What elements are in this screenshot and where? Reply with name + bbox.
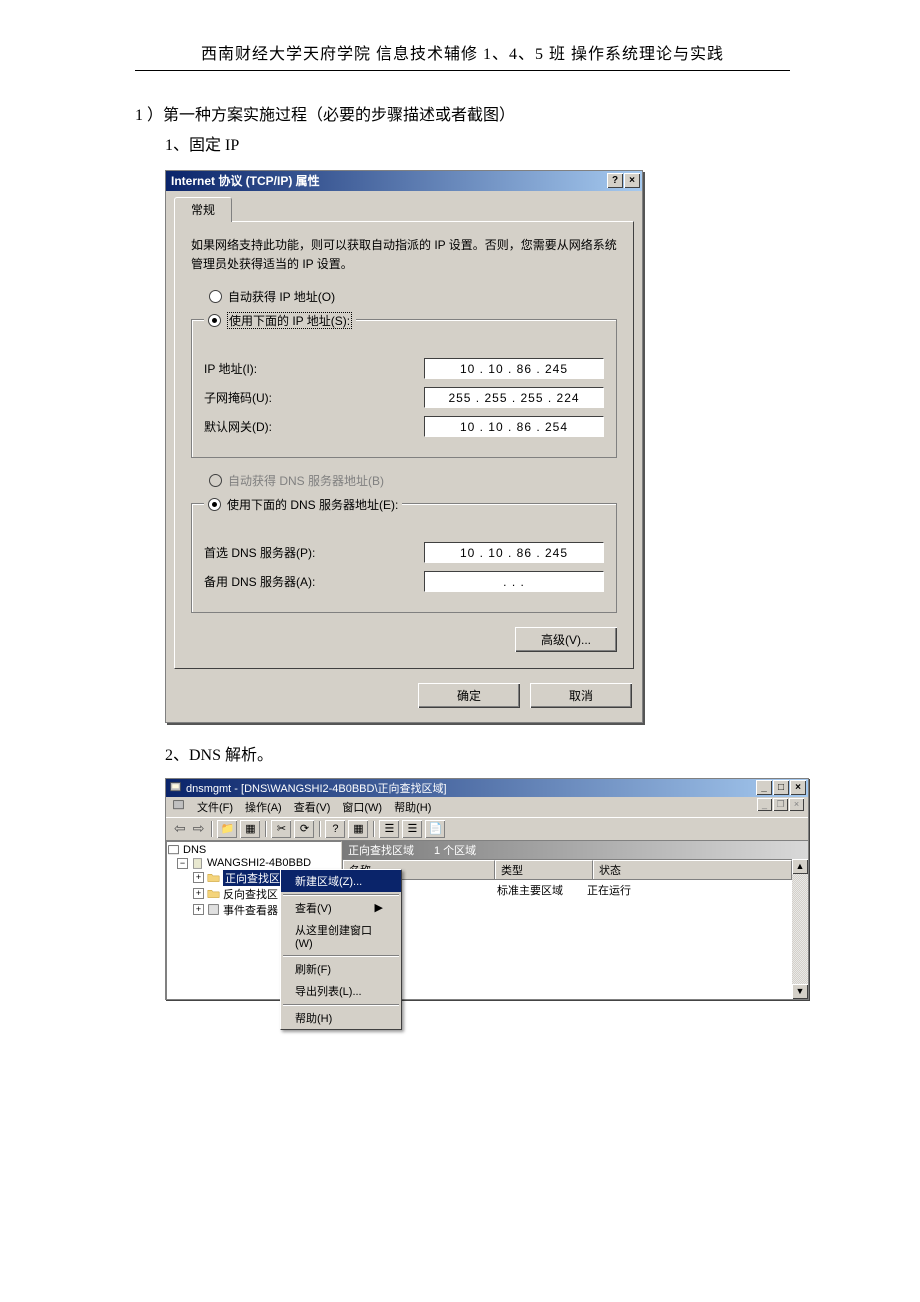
zone-row[interactable]: om 标准主要区域 正在运行 — [342, 882, 792, 898]
mask-label: 子网掩码(U): — [204, 389, 272, 406]
ip-label: IP 地址(I): — [204, 360, 257, 377]
auto-dns-radio: 自动获得 DNS 服务器地址(B) — [205, 472, 617, 489]
advanced-button[interactable]: 高级(V)... — [515, 627, 617, 652]
menu-help[interactable]: 帮助(H) — [394, 799, 431, 815]
step-2: 2、DNS 解析。 — [165, 741, 790, 771]
radio-on-icon — [208, 498, 221, 511]
auto-ip-label: 自动获得 IP 地址(O) — [228, 288, 335, 305]
minimize-button[interactable]: _ — [756, 780, 772, 795]
ip-address-input[interactable]: 10 . 10 . 86 . 245 — [424, 358, 604, 379]
collapse-icon[interactable]: − — [177, 858, 188, 869]
ctx-view[interactable]: 查看(V)▶ — [281, 897, 342, 919]
menu-file[interactable]: 文件(F) — [197, 799, 233, 815]
heading-1: 1 ）第一种方案实施过程（必要的步骤描述或者截图） — [135, 101, 790, 131]
manual-ip-label: 使用下面的 IP 地址(S): — [227, 312, 352, 329]
titlebar: dnsmgmt - [DNS\WANGSHI2-4B0BBD\正向查找区域] _… — [166, 779, 808, 797]
menu-window[interactable]: 窗口(W) — [342, 799, 382, 815]
note-icon[interactable]: 📄 — [425, 820, 445, 838]
radio-disabled-icon — [209, 474, 222, 487]
ctx-refresh[interactable]: 刷新(F) — [281, 958, 342, 980]
up-button[interactable]: 📁 — [217, 820, 237, 838]
mdi-minimize[interactable]: _ — [757, 798, 772, 811]
folder-open-icon — [207, 871, 220, 884]
column-headers[interactable]: 名称 类型 状态 — [342, 859, 792, 880]
app-icon — [169, 781, 182, 794]
content-header: 正向查找区域 1 个区域 — [342, 841, 808, 859]
folder-icon — [207, 887, 220, 900]
dnsmgmt-window: dnsmgmt - [DNS\WANGSHI2-4B0BBD\正向查找区域] _… — [165, 778, 809, 1000]
alternate-dns-input[interactable]: . . . — [424, 571, 604, 592]
settings-icon[interactable]: ▦ — [348, 820, 368, 838]
list-icon[interactable]: ☰ — [379, 820, 399, 838]
cancel-button[interactable]: 取消 — [530, 683, 632, 708]
expand-icon[interactable]: + — [193, 888, 204, 899]
close-button[interactable]: × — [790, 780, 806, 795]
description-text: 如果网络支持此功能，则可以获取自动指派的 IP 设置。否则，您需要从网络系统管理… — [191, 236, 617, 274]
radio-off-icon — [209, 290, 222, 303]
tree-dns-root[interactable]: DNS — [167, 844, 341, 857]
ctx-new-window[interactable]: 从这里创建窗口(W) — [281, 919, 342, 953]
manual-ip-group: 使用下面的 IP 地址(S): IP 地址(I): 10 . 10 . 86 .… — [191, 319, 617, 458]
col-status[interactable]: 状态 — [593, 860, 792, 879]
vertical-scrollbar[interactable]: ▲ ▼ — [792, 859, 808, 999]
mdi-close[interactable]: × — [789, 798, 804, 811]
grid-icon[interactable]: ▦ — [240, 820, 260, 838]
scroll-up-icon[interactable]: ▲ — [792, 859, 808, 874]
expand-icon[interactable]: + — [193, 872, 204, 883]
menu-action[interactable]: 操作(A) — [245, 799, 282, 815]
doc-header: 西南财经大学天府学院 信息技术辅修 1、4、5 班 操作系统理论与实践 — [135, 40, 790, 64]
help-button[interactable]: ? — [607, 173, 623, 188]
cut-icon[interactable]: ✂ — [271, 820, 291, 838]
refresh-icon[interactable]: ⟳ — [294, 820, 314, 838]
server-icon — [191, 857, 204, 870]
dialog-title: Internet 协议 (TCP/IP) 属性 — [171, 172, 320, 189]
dns2-label: 备用 DNS 服务器(A): — [204, 573, 315, 590]
auto-dns-label: 自动获得 DNS 服务器地址(B) — [228, 472, 384, 489]
maximize-button[interactable]: □ — [773, 780, 789, 795]
tcpip-properties-dialog: Internet 协议 (TCP/IP) 属性 ? × 常规 如果网络支持此功能… — [165, 170, 643, 723]
manual-dns-radio[interactable]: 使用下面的 DNS 服务器地址(E): — [204, 496, 402, 513]
app-icon — [172, 799, 185, 812]
ctx-export[interactable]: 导出列表(L)... — [281, 980, 342, 999]
preferred-dns-input[interactable]: 10 . 10 . 86 . 245 — [424, 542, 604, 563]
titlebar: Internet 协议 (TCP/IP) 属性 ? × — [166, 171, 642, 191]
menu-view[interactable]: 查看(V) — [294, 799, 331, 815]
radio-on-icon — [208, 314, 221, 327]
scroll-down-icon[interactable]: ▼ — [792, 984, 808, 999]
step-1: 1、固定 IP — [165, 131, 790, 161]
context-menu[interactable]: 新建区域(Z)... 查看(V)▶ 从这里创建窗口(W) 刷新(F) 导出列表(… — [280, 869, 342, 999]
expand-icon[interactable]: + — [193, 904, 204, 915]
close-button[interactable]: × — [624, 173, 640, 188]
manual-dns-group: 使用下面的 DNS 服务器地址(E): 首选 DNS 服务器(P): 10 . … — [191, 503, 617, 613]
mdi-restore[interactable]: ❐ — [773, 798, 788, 811]
book-icon — [207, 903, 220, 916]
dns1-label: 首选 DNS 服务器(P): — [204, 544, 315, 561]
manual-ip-radio[interactable]: 使用下面的 IP 地址(S): — [204, 312, 356, 329]
gateway-label: 默认网关(D): — [204, 418, 272, 435]
list2-icon[interactable]: ☰ — [402, 820, 422, 838]
grid-body[interactable]: om 标准主要区域 正在运行 — [342, 880, 792, 999]
header-rule — [135, 70, 790, 71]
auto-ip-radio[interactable]: 自动获得 IP 地址(O) — [205, 288, 617, 305]
col-type[interactable]: 类型 — [495, 860, 593, 879]
ctx-new-zone[interactable]: 新建区域(Z)... — [281, 870, 342, 892]
forward-button[interactable]: ⇨ — [191, 820, 207, 837]
menubar[interactable]: 文件(F) 操作(A) 查看(V) 窗口(W) 帮助(H) — [166, 797, 437, 817]
back-button[interactable]: ⇦ — [172, 820, 188, 837]
dns-icon — [167, 844, 180, 857]
subnet-mask-input[interactable]: 255 . 255 . 255 . 224 — [424, 387, 604, 408]
content-panel: 正向查找区域 1 个区域 名称 类型 状态 om 标准主要区域 — [342, 841, 808, 999]
tab-general[interactable]: 常规 — [174, 197, 232, 222]
manual-dns-label: 使用下面的 DNS 服务器地址(E): — [227, 496, 398, 513]
tree-panel[interactable]: DNS − WANGSHI2-4B0BBD + 正向查找区域 + 反向查找区 — [166, 841, 342, 999]
toolbar: ⇦ ⇨ 📁 ▦ ✂ ⟳ ? ▦ ☰ ☰ 📄 — [166, 817, 808, 841]
help-icon[interactable]: ? — [325, 820, 345, 838]
gateway-input[interactable]: 10 . 10 . 86 . 254 — [424, 416, 604, 437]
window-title: dnsmgmt - [DNS\WANGSHI2-4B0BBD\正向查找区域] — [186, 780, 447, 796]
ok-button[interactable]: 确定 — [418, 683, 520, 708]
